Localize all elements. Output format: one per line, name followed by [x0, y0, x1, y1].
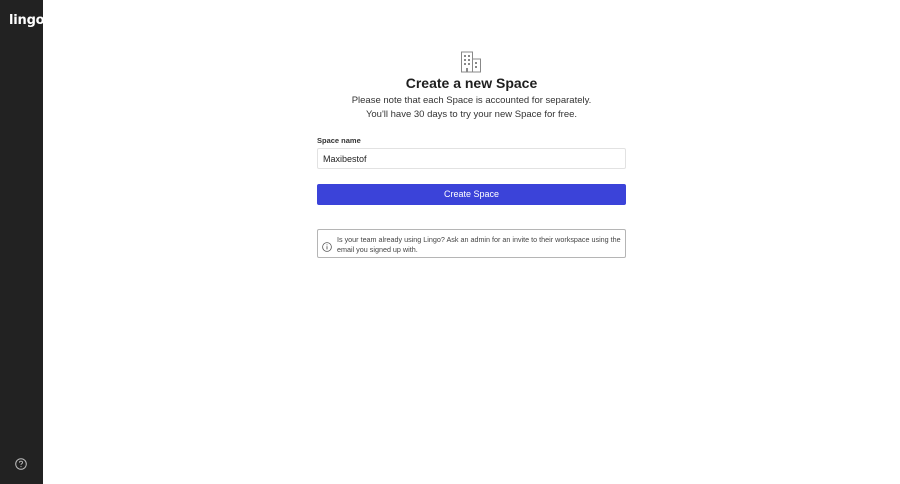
page-subtitle-1: Please note that each Space is accounted… — [351, 95, 592, 106]
help-icon[interactable] — [15, 457, 27, 470]
page-subtitle-2: You'll have 30 days to try your new Spac… — [365, 109, 578, 120]
lingo-logo[interactable]: lingo — [9, 13, 45, 28]
building-icon — [460, 51, 482, 73]
page-title: Create a new Space — [405, 75, 538, 91]
main-content: Create a new Space Please note that each… — [43, 0, 900, 484]
sidebar: lingo — [0, 0, 45, 484]
space-name-label: Space name — [317, 136, 361, 145]
info-text: Is your team already using Lingo? Ask an… — [337, 235, 621, 254]
info-box: Is your team already using Lingo? Ask an… — [317, 229, 626, 258]
space-name-input[interactable] — [317, 148, 626, 169]
create-space-button[interactable]: Create Space — [317, 184, 626, 205]
info-icon — [322, 239, 332, 252]
